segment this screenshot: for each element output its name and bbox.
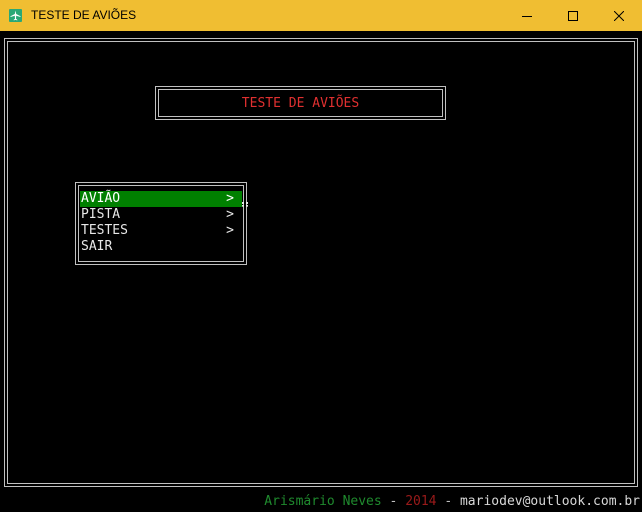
maximize-button[interactable]: [550, 0, 596, 31]
close-icon: [614, 10, 624, 21]
header-title: TESTE DE AVIÕES: [241, 95, 360, 111]
console-area: TESTE DE AVIÕES AVIÃO > PISTA > TESTES >…: [0, 31, 642, 512]
menu-item-pista[interactable]: PISTA >: [80, 207, 242, 223]
footer-credits: Arismário Neves - 2014 - mariodev@outloo…: [264, 494, 640, 510]
airplane-icon: [9, 9, 22, 22]
footer-year: 2014: [405, 494, 437, 509]
maximize-icon: [568, 10, 578, 21]
minimize-button[interactable]: [504, 0, 550, 31]
menu-item-label: PISTA: [81, 207, 121, 222]
footer-separator: -: [381, 494, 406, 509]
close-button[interactable]: [596, 0, 642, 31]
menu-item-label: AVIÃO: [81, 191, 121, 206]
header-box: TESTE DE AVIÕES: [155, 86, 446, 120]
submenu-arrow-icon: >: [226, 191, 234, 206]
main-menu: AVIÃO > PISTA > TESTES > SAIR: [80, 191, 242, 255]
menu-item-testes[interactable]: TESTES >: [80, 223, 242, 239]
console-window: TESTE DE AVIÕES TESTE DE AVIÕES AVIÃO > …: [0, 0, 642, 512]
title-bar[interactable]: TESTE DE AVIÕES: [0, 0, 642, 31]
footer-author: Arismário Neves: [264, 494, 382, 509]
footer-separator: -: [436, 494, 460, 509]
menu-item-aviao[interactable]: AVIÃO >: [80, 191, 242, 207]
text-cursor: [242, 202, 248, 207]
menu-item-label: TESTES: [81, 223, 128, 238]
menu-item-label: SAIR: [81, 239, 113, 254]
submenu-arrow-icon: >: [226, 207, 234, 222]
window-title: TESTE DE AVIÕES: [31, 8, 137, 22]
footer-email: mariodev@outlook.com.br: [459, 494, 640, 509]
minimize-icon: [522, 15, 532, 17]
submenu-arrow-icon: >: [226, 223, 234, 238]
menu-item-sair[interactable]: SAIR: [80, 239, 242, 255]
